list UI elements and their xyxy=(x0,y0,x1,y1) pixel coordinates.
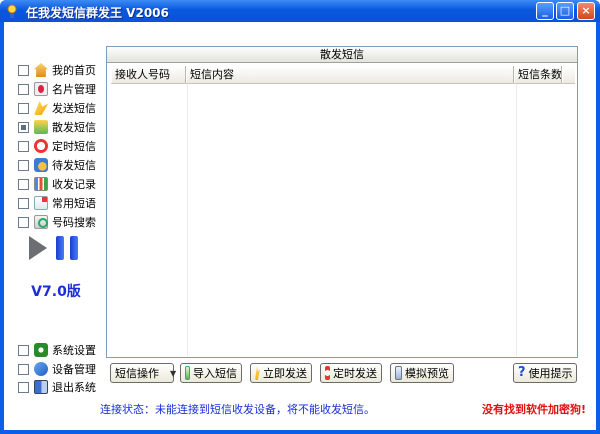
send-icon xyxy=(255,366,260,380)
notes-icon xyxy=(34,196,48,210)
sidebar-item-search[interactable]: 号码搜索 xyxy=(18,213,96,231)
gear-icon xyxy=(34,343,48,357)
help-label: 使用提示 xyxy=(528,367,573,380)
grid-header: 接收人号码 短信内容 短信条数 xyxy=(111,66,575,84)
checkbox[interactable] xyxy=(18,344,29,356)
chevron-down-icon: ▼ xyxy=(170,368,177,378)
alarm-clock-icon xyxy=(325,366,330,380)
import-icon xyxy=(185,366,190,380)
sidebar-item-devices[interactable]: 设备管理 xyxy=(18,360,96,378)
sidebar-item-timed[interactable]: 定时短信 xyxy=(18,137,96,155)
sidebar-item-send[interactable]: 发送短信 xyxy=(18,99,96,117)
checkbox[interactable] xyxy=(18,159,29,171)
sidebar-item-label: 收发记录 xyxy=(52,178,96,191)
window-title: 任我发短信群发王 V2006 xyxy=(26,6,169,20)
search-icon xyxy=(34,215,48,229)
sidebar-item-cards[interactable]: 名片管理 xyxy=(18,80,96,98)
sidebar-item-label: 散发短信 xyxy=(52,121,96,134)
sidebar-item-group-send[interactable]: 散发短信 xyxy=(18,118,96,136)
preview-label: 模拟预览 xyxy=(405,367,449,380)
timed-send-label: 定时发送 xyxy=(333,367,377,380)
sidebar-item-label: 待发短信 xyxy=(52,159,96,172)
column-header-count[interactable]: 短信条数 xyxy=(514,66,562,83)
checkbox[interactable] xyxy=(18,216,29,228)
sidebar-item-label: 定时短信 xyxy=(52,140,96,153)
version-label: V7.0版 xyxy=(31,284,81,300)
sidebar-item-home[interactable]: 我的首页 xyxy=(18,61,96,79)
close-button[interactable]: × xyxy=(577,2,595,20)
checkbox[interactable] xyxy=(18,363,29,375)
timed-send-button[interactable]: 定时发送 xyxy=(320,363,382,383)
column-header-filler xyxy=(562,66,575,83)
checkbox[interactable] xyxy=(18,83,29,95)
checkbox[interactable] xyxy=(18,140,29,152)
sidebar-item-exit[interactable]: 退出系统 xyxy=(18,378,96,396)
column-header-content[interactable]: 短信内容 xyxy=(186,66,514,83)
exit-icon xyxy=(34,380,48,394)
sidebar-item-label: 系统设置 xyxy=(52,344,96,357)
grid-divider xyxy=(516,84,517,356)
sidebar-item-label: 名片管理 xyxy=(52,83,96,96)
preview-button[interactable]: 模拟预览 xyxy=(390,363,454,383)
message-grid[interactable] xyxy=(111,84,575,356)
send-now-label: 立即发送 xyxy=(263,367,307,380)
panel-title: 散发短信 xyxy=(107,47,577,63)
sidebar-item-label: 号码搜索 xyxy=(52,216,96,229)
chart-icon xyxy=(34,177,48,191)
sidebar-item-label: 常用短语 xyxy=(52,197,96,210)
send-icon xyxy=(34,101,48,115)
play-icon[interactable] xyxy=(29,236,47,260)
device-icon xyxy=(34,362,48,376)
minimize-button[interactable]: _ xyxy=(536,2,554,20)
import-sms-button[interactable]: 导入短信 xyxy=(180,363,242,383)
group-send-panel: 散发短信 接收人号码 短信内容 短信条数 xyxy=(106,46,578,358)
checkbox[interactable] xyxy=(18,178,29,190)
title-bar[interactable]: 任我发短信群发王 V2006 _ □ × xyxy=(0,0,600,22)
send-now-button[interactable]: 立即发送 xyxy=(250,363,312,383)
checkbox[interactable] xyxy=(18,381,29,393)
dongle-warning: 没有找到软件加密狗! xyxy=(482,403,587,416)
sidebar-item-label: 退出系统 xyxy=(52,381,96,394)
help-icon: ? xyxy=(518,365,526,380)
pending-icon xyxy=(34,158,48,172)
home-icon xyxy=(34,63,48,77)
sidebar-item-records[interactable]: 收发记录 xyxy=(18,175,96,193)
column-header-recipient[interactable]: 接收人号码 xyxy=(111,66,186,83)
sms-operations-dropdown[interactable]: 短信操作 ▼ xyxy=(110,363,177,383)
sidebar-item-label: 我的首页 xyxy=(52,64,96,77)
alarm-clock-icon xyxy=(34,139,48,153)
help-button[interactable]: ? 使用提示 xyxy=(513,363,577,383)
checkbox[interactable] xyxy=(18,197,29,209)
checkbox-checked[interactable] xyxy=(18,121,29,133)
sidebar-item-phrases[interactable]: 常用短语 xyxy=(18,194,96,212)
pause-icon[interactable] xyxy=(56,236,78,260)
sidebar-item-label: 发送短信 xyxy=(52,102,96,115)
grid-divider xyxy=(187,84,188,356)
app-icon xyxy=(7,4,17,18)
checkbox[interactable] xyxy=(18,102,29,114)
sidebar-item-pending[interactable]: 待发短信 xyxy=(18,156,96,174)
sidebar-item-label: 设备管理 xyxy=(52,363,96,376)
sidebar-item-settings[interactable]: 系统设置 xyxy=(18,341,96,359)
maximize-button[interactable]: □ xyxy=(556,2,574,20)
sms-operations-label: 短信操作 xyxy=(115,367,159,380)
preview-icon xyxy=(395,366,402,380)
connection-status: 连接状态：未能连接到短信收发设备，将不能收发短信。 xyxy=(100,403,375,416)
card-icon xyxy=(34,82,48,96)
checkbox[interactable] xyxy=(18,64,29,76)
import-sms-label: 导入短信 xyxy=(193,367,237,380)
group-send-icon xyxy=(34,120,48,134)
